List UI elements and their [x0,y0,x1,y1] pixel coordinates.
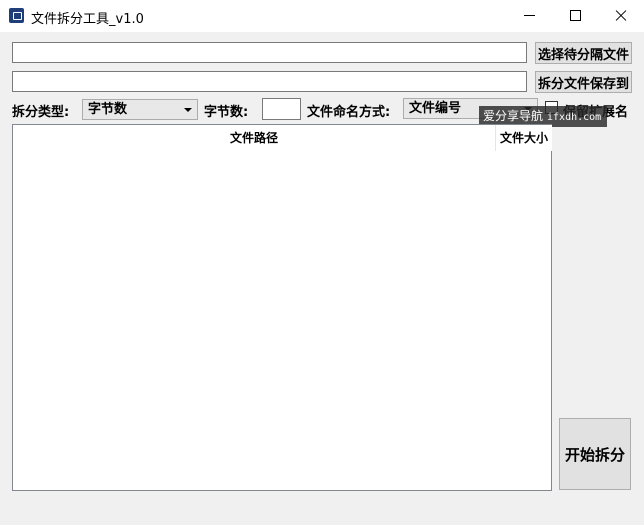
file-list-view[interactable]: 文件路径 文件大小 [12,124,552,491]
byte-count-input[interactable] [262,98,301,120]
column-header-file-size[interactable]: 文件大小 [495,125,552,151]
split-type-value: 字节数 [88,102,128,117]
start-split-button[interactable]: 开始拆分 [559,418,631,490]
title-bar: 文件拆分工具_v1.0 [0,0,644,32]
watermark-domain: ifxdh.com [547,112,602,123]
split-type-select[interactable]: 字节数 [82,99,198,120]
minimize-icon[interactable] [506,0,552,32]
watermark-text: 爱分享导航 [483,109,544,123]
window-title: 文件拆分工具_v1.0 [31,12,144,27]
select-file-button[interactable]: 选择待分隔文件 [535,42,632,64]
byte-count-label: 字节数: [204,105,249,120]
app-icon [9,8,24,23]
naming-mode-label: 文件命名方式: [307,105,391,120]
output-path-input[interactable] [12,71,527,92]
maximize-icon[interactable] [552,0,598,32]
column-header-file-path[interactable]: 文件路径 [13,125,495,151]
save-to-button[interactable]: 拆分文件保存到 [535,71,632,93]
close-icon[interactable] [598,0,644,32]
split-type-label: 拆分类型: [12,105,70,120]
naming-mode-value: 文件编号 [409,101,462,116]
chevron-down-icon [184,108,192,112]
source-file-path-input[interactable] [12,42,527,63]
